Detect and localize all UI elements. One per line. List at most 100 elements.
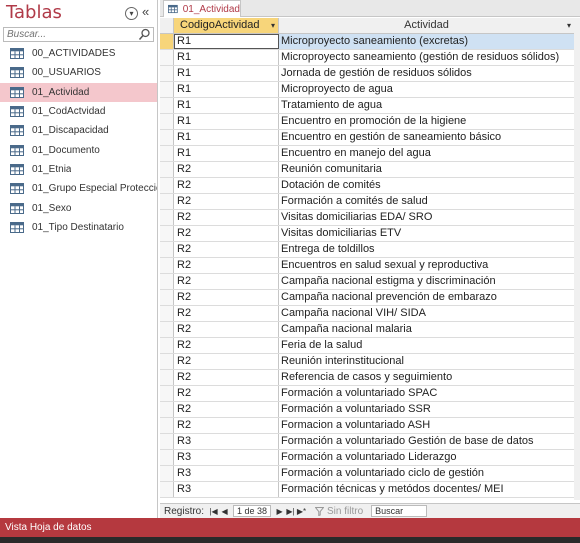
table-row[interactable]: R1 Microproyecto saneamiento (excretas) bbox=[160, 34, 574, 50]
table-row[interactable]: R1 Tratamiento de agua bbox=[160, 98, 574, 114]
table-row[interactable]: R2 Formación a voluntariado SSR bbox=[160, 402, 574, 418]
table-row[interactable]: R3 Formación a voluntariado Gestión de ba… bbox=[160, 434, 574, 450]
table-row[interactable]: R2 Campaña nacional prevención de embaraz… bbox=[160, 290, 574, 306]
cell-codigoactividad[interactable]: R2 bbox=[174, 194, 279, 209]
row-selector[interactable] bbox=[160, 306, 174, 321]
cell-codigoactividad[interactable]: R1 bbox=[174, 34, 279, 49]
cell-actividad[interactable]: Formación a voluntariado ciclo de gestió… bbox=[279, 466, 574, 481]
cell-codigoactividad[interactable]: R2 bbox=[174, 418, 279, 433]
table-row[interactable]: R1 Encuentro en manejo del agua bbox=[160, 146, 574, 162]
new-record-icon[interactable]: ▶* bbox=[296, 507, 307, 516]
column-header-codigoactividad[interactable]: CodigoActividad ▾ bbox=[174, 18, 279, 33]
cell-actividad[interactable]: Tratamiento de agua bbox=[279, 98, 574, 113]
cell-codigoactividad[interactable]: R3 bbox=[174, 482, 279, 497]
row-selector[interactable] bbox=[160, 450, 174, 465]
cell-codigoactividad[interactable]: R2 bbox=[174, 226, 279, 241]
nav-item-table[interactable]: 01_Grupo Especial Proteccion bbox=[0, 179, 157, 198]
cell-codigoactividad[interactable]: R2 bbox=[174, 370, 279, 385]
cell-codigoactividad[interactable]: R2 bbox=[174, 386, 279, 401]
cell-actividad[interactable]: Feria de la salud bbox=[279, 338, 574, 353]
table-row[interactable]: R3 Formación técnicas y metódos docentes/… bbox=[160, 482, 574, 498]
filter-toggle[interactable]: Sin filtro bbox=[315, 506, 363, 517]
nav-search-box[interactable] bbox=[3, 27, 154, 42]
prev-record-icon[interactable]: ◀ bbox=[219, 507, 230, 516]
nav-menu-chevron-icon[interactable]: ▾ bbox=[125, 7, 138, 20]
cell-actividad[interactable]: Encuentro en promoción de la higiene bbox=[279, 114, 574, 129]
column-header-actividad[interactable]: Actividad ▾ bbox=[279, 18, 574, 33]
row-selector[interactable] bbox=[160, 130, 174, 145]
row-selector[interactable] bbox=[160, 82, 174, 97]
cell-actividad[interactable]: Encuentros en salud sexual y reproductiv… bbox=[279, 258, 574, 273]
row-selector[interactable] bbox=[160, 370, 174, 385]
table-row[interactable]: R2 Dotación de comités bbox=[160, 178, 574, 194]
row-selector[interactable] bbox=[160, 434, 174, 449]
cell-actividad[interactable]: Campaña nacional VIH/ SIDA bbox=[279, 306, 574, 321]
nav-item-table[interactable]: 01_CodActvidad bbox=[0, 102, 157, 121]
cell-actividad[interactable]: Visitas domiciliarias ETV bbox=[279, 226, 574, 241]
nav-item-table[interactable]: 01_Tipo Destinatario bbox=[0, 218, 157, 237]
table-row[interactable]: R1 Jornada de gestión de residuos sólidos bbox=[160, 66, 574, 82]
cell-codigoactividad[interactable]: R2 bbox=[174, 290, 279, 305]
cell-codigoactividad[interactable]: R2 bbox=[174, 338, 279, 353]
row-selector[interactable] bbox=[160, 402, 174, 417]
cell-actividad[interactable]: Jornada de gestión de residuos sólidos bbox=[279, 66, 574, 81]
record-search-field[interactable]: Buscar bbox=[371, 505, 428, 517]
nav-title[interactable]: Tablas bbox=[6, 2, 62, 23]
row-selector[interactable] bbox=[160, 66, 174, 81]
row-selector[interactable] bbox=[160, 114, 174, 129]
cell-codigoactividad[interactable]: R2 bbox=[174, 322, 279, 337]
cell-actividad[interactable]: Reunión comunitaria bbox=[279, 162, 574, 177]
table-row[interactable]: R2 Formación a comités de salud bbox=[160, 194, 574, 210]
cell-actividad[interactable]: Entrega de toldillos bbox=[279, 242, 574, 257]
cell-codigoactividad[interactable]: R1 bbox=[174, 82, 279, 97]
nav-item-table[interactable]: 01_Documento bbox=[0, 140, 157, 159]
row-selector[interactable] bbox=[160, 98, 174, 113]
cell-actividad[interactable]: Formación a voluntariado Liderazgo bbox=[279, 450, 574, 465]
table-row[interactable]: R2 Visitas domiciliarias EDA/ SRO bbox=[160, 210, 574, 226]
table-row[interactable]: R3 Formación a voluntariado Liderazgo bbox=[160, 450, 574, 466]
row-selector[interactable] bbox=[160, 194, 174, 209]
cell-codigoactividad[interactable]: R2 bbox=[174, 242, 279, 257]
vertical-scrollbar[interactable] bbox=[574, 18, 580, 500]
table-row[interactable]: R1 Microproyecto de agua bbox=[160, 82, 574, 98]
table-row[interactable]: R2 Campaña nacional malaria bbox=[160, 322, 574, 338]
cell-actividad[interactable]: Campaña nacional malaria bbox=[279, 322, 574, 337]
table-row[interactable]: R2 Formación a voluntariado SPAC bbox=[160, 386, 574, 402]
select-all-cell[interactable] bbox=[160, 18, 174, 33]
table-row[interactable]: R2 Referencia de casos y seguimiento bbox=[160, 370, 574, 386]
nav-item-table[interactable]: 00_USUARIOS bbox=[0, 63, 157, 82]
cell-actividad[interactable]: Campaña nacional estigma y discriminació… bbox=[279, 274, 574, 289]
cell-codigoactividad[interactable]: R1 bbox=[174, 114, 279, 129]
cell-codigoactividad[interactable]: R1 bbox=[174, 146, 279, 161]
cell-codigoactividad[interactable]: R2 bbox=[174, 274, 279, 289]
table-row[interactable]: R2 Reunión interinstitucional bbox=[160, 354, 574, 370]
table-row[interactable]: R3 Formación a voluntariado ciclo de gest… bbox=[160, 466, 574, 482]
cell-codigoactividad[interactable]: R3 bbox=[174, 434, 279, 449]
cell-actividad[interactable]: Microproyecto saneamiento (excretas) bbox=[279, 34, 574, 49]
table-row[interactable]: R2 Entrega de toldillos bbox=[160, 242, 574, 258]
row-selector[interactable] bbox=[160, 482, 174, 497]
row-selector[interactable] bbox=[160, 162, 174, 177]
cell-codigoactividad[interactable]: R3 bbox=[174, 450, 279, 465]
table-row[interactable]: R1 Encuentro en promoción de la higiene bbox=[160, 114, 574, 130]
cell-actividad[interactable]: Formación a voluntariado Gestión de base… bbox=[279, 434, 574, 449]
tab-01-actividad[interactable]: 01_Actividad bbox=[163, 0, 241, 17]
nav-item-table[interactable]: 01_Discapacidad bbox=[0, 121, 157, 140]
row-selector[interactable] bbox=[160, 466, 174, 481]
cell-actividad[interactable]: Reunión interinstitucional bbox=[279, 354, 574, 369]
row-selector[interactable] bbox=[160, 242, 174, 257]
table-row[interactable]: R2 Campaña nacional VIH/ SIDA bbox=[160, 306, 574, 322]
row-selector[interactable] bbox=[160, 338, 174, 353]
cell-actividad[interactable]: Formación a voluntariado SSR bbox=[279, 402, 574, 417]
cell-codigoactividad[interactable]: R3 bbox=[174, 466, 279, 481]
table-row[interactable]: R1 Microproyecto saneamiento (gestión de … bbox=[160, 50, 574, 66]
row-selector[interactable] bbox=[160, 274, 174, 289]
row-selector[interactable] bbox=[160, 386, 174, 401]
cell-codigoactividad[interactable]: R2 bbox=[174, 306, 279, 321]
cell-codigoactividad[interactable]: R2 bbox=[174, 178, 279, 193]
cell-actividad[interactable]: Formacion a voluntariado ASH bbox=[279, 418, 574, 433]
row-selector[interactable] bbox=[160, 290, 174, 305]
cell-codigoactividad[interactable]: R1 bbox=[174, 50, 279, 65]
cell-codigoactividad[interactable]: R1 bbox=[174, 66, 279, 81]
nav-item-table[interactable]: 01_Etnia bbox=[0, 160, 157, 179]
